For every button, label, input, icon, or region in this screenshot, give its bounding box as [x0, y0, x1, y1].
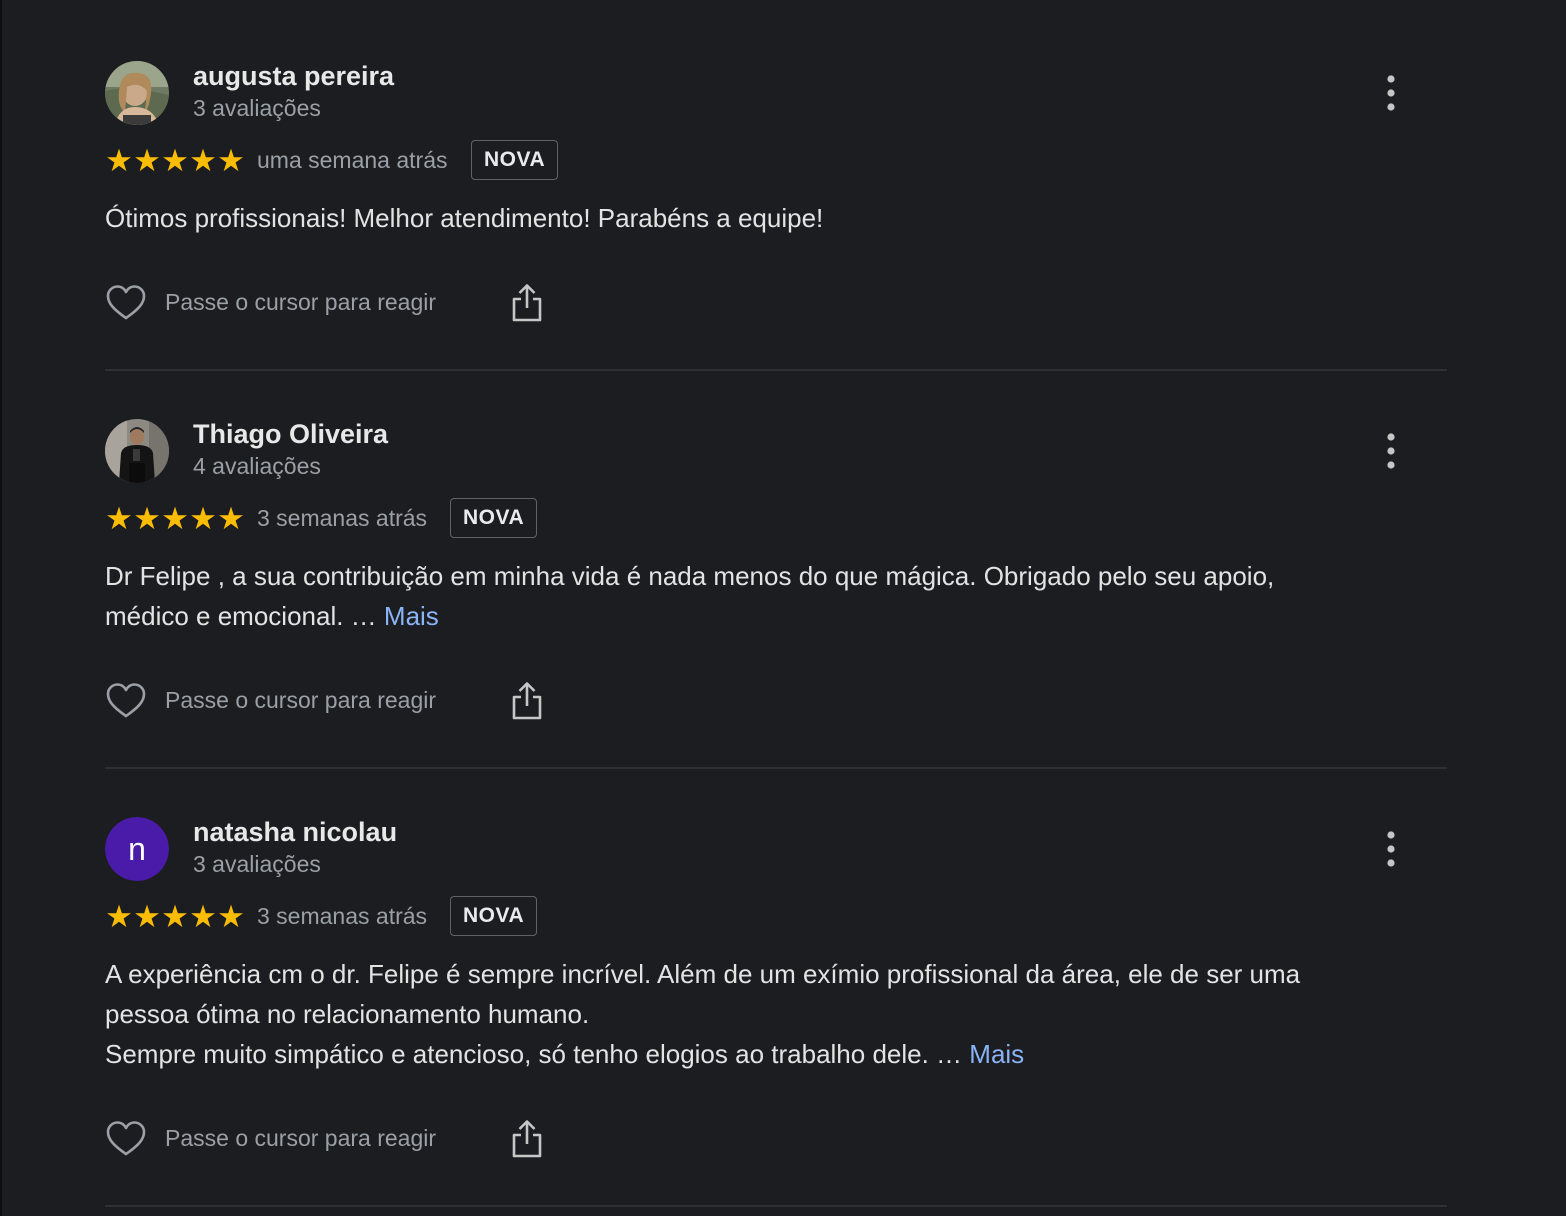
review-actions: Passe o cursor para reagir [105, 680, 1447, 724]
more-link[interactable]: Mais [384, 601, 439, 631]
review-divider [105, 369, 1447, 371]
star-icon: ★ [189, 501, 217, 537]
star-icon: ★ [189, 899, 217, 935]
review-actions: Passe o cursor para reagir [105, 1118, 1447, 1162]
review-text-line: Ótimos profissionais! Melhor atendimento… [105, 203, 824, 233]
review-text-line: Sempre muito simpático e atencioso, só t… [105, 1039, 970, 1069]
star-icon: ★ [105, 143, 133, 179]
avatar[interactable] [105, 61, 169, 125]
react-hint: Passe o cursor para reagir [165, 1125, 437, 1151]
star-rating: ★ ★ ★ ★ ★ [105, 899, 245, 935]
star-rating: ★ ★ ★ ★ ★ [105, 143, 245, 179]
review-card: augusta pereira 3 avaliações ★ ★ ★ ★ ★ u… [105, 61, 1447, 326]
star-icon: ★ [133, 143, 161, 179]
heart-icon[interactable] [105, 1118, 147, 1160]
star-icon: ★ [217, 899, 245, 935]
reviewer-name[interactable]: Thiago Oliveira [193, 419, 388, 450]
reviews-panel: augusta pereira 3 avaliações ★ ★ ★ ★ ★ u… [0, 0, 1566, 1216]
new-badge: NOVA [471, 140, 559, 180]
review-header: augusta pereira 3 avaliações [105, 61, 1447, 125]
share-icon[interactable] [510, 282, 544, 324]
rating-row: ★ ★ ★ ★ ★ 3 semanas atrás NOVA [105, 896, 1447, 940]
kebab-menu-icon[interactable] [1375, 71, 1407, 115]
review-date: 3 semanas atrás [257, 903, 428, 929]
review-date: 3 semanas atrás [257, 505, 428, 531]
heart-icon[interactable] [105, 680, 147, 722]
new-badge: NOVA [450, 498, 538, 538]
review-text: Ótimos profissionais! Melhor atendimento… [105, 198, 1405, 238]
review-count: 4 avaliações [193, 453, 321, 479]
kebab-menu-icon[interactable] [1375, 429, 1407, 473]
reviewer-name[interactable]: augusta pereira [193, 61, 394, 92]
review-card: Thiago Oliveira 4 avaliações ★ ★ ★ ★ ★ 3… [105, 419, 1447, 724]
star-icon: ★ [161, 143, 189, 179]
kebab-menu-icon[interactable] [1375, 827, 1407, 871]
review-text-line: pessoa ótima no relacionamento humano. [105, 999, 590, 1029]
react-hint: Passe o cursor para reagir [165, 687, 437, 713]
star-icon: ★ [161, 899, 189, 935]
reviewer-name[interactable]: natasha nicolau [193, 817, 397, 848]
rating-row: ★ ★ ★ ★ ★ 3 semanas atrás NOVA [105, 498, 1447, 542]
star-icon: ★ [105, 899, 133, 935]
star-icon: ★ [161, 501, 189, 537]
review-text-line: médico e emocional. … [105, 601, 384, 631]
review-divider [105, 1205, 1447, 1207]
star-icon: ★ [217, 501, 245, 537]
review-text: A experiência cm o dr. Felipe é sempre i… [105, 954, 1405, 1074]
review-header: Thiago Oliveira 4 avaliações [105, 419, 1447, 483]
review-count: 3 avaliações [193, 851, 321, 877]
star-icon: ★ [105, 501, 133, 537]
review-text-line: Dr Felipe , a sua contribuição em minha … [105, 561, 1275, 591]
star-icon: ★ [133, 899, 161, 935]
avatar[interactable]: n [105, 817, 169, 881]
new-badge: NOVA [450, 896, 538, 936]
heart-icon[interactable] [105, 282, 147, 324]
avatar[interactable] [105, 419, 169, 483]
react-hint: Passe o cursor para reagir [165, 289, 437, 315]
review-card: n natasha nicolau 3 avaliações ★ ★ ★ ★ ★… [105, 817, 1447, 1162]
share-icon[interactable] [510, 680, 544, 722]
share-icon[interactable] [510, 1118, 544, 1160]
star-icon: ★ [217, 143, 245, 179]
review-actions: Passe o cursor para reagir [105, 282, 1447, 326]
more-link[interactable]: Mais [969, 1039, 1024, 1069]
rating-row: ★ ★ ★ ★ ★ uma semana atrás NOVA [105, 140, 1447, 184]
avatar-letter: n [105, 817, 169, 881]
review-date: uma semana atrás [257, 147, 448, 173]
review-text: Dr Felipe , a sua contribuição em minha … [105, 556, 1405, 636]
review-count: 3 avaliações [193, 95, 321, 121]
review-header: n natasha nicolau 3 avaliações [105, 817, 1447, 881]
star-icon: ★ [133, 501, 161, 537]
star-rating: ★ ★ ★ ★ ★ [105, 501, 245, 537]
review-text-line: A experiência cm o dr. Felipe é sempre i… [105, 959, 1301, 989]
review-divider [105, 767, 1447, 769]
star-icon: ★ [189, 143, 217, 179]
